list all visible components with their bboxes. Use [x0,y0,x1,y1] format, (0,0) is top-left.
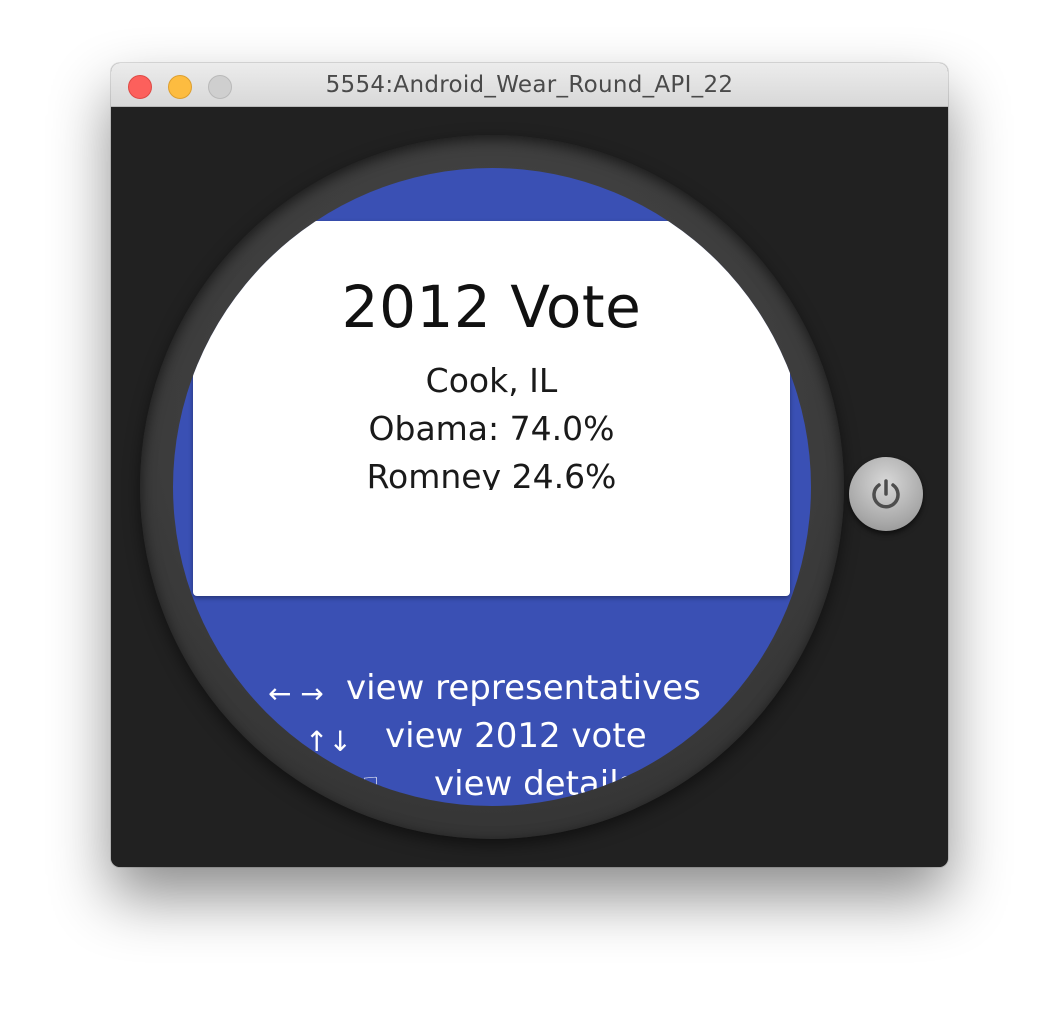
emulator-content: 2012 Vote Cook, IL Obama: 74.0% Romney 2… [111,107,948,867]
county-label: Cook, IL [425,361,558,400]
hint-view-representatives: view representatives [346,668,701,708]
power-icon [872,479,900,509]
title-bar[interactable]: 5554:Android_Wear_Round_API_22 [111,63,948,107]
window-title: 5554:Android_Wear_Round_API_22 [325,72,734,98]
hint-view-2012-vote: view 2012 vote [385,716,647,756]
card-title: 2012 Vote [341,273,642,341]
hint-view-details: view details [434,764,637,804]
desktop: 5554:Android_Wear_Round_API_22 2012 Vote… [0,0,1060,1028]
power-button[interactable] [849,457,923,531]
vote-card[interactable]: 2012 Vote Cook, IL Obama: 74.0% Romney 2… [193,221,790,596]
pointing-hand-icon: ☟ [362,771,380,804]
left-right-arrows-icon: ← → [268,677,324,710]
romney-result: Romney 24.6% [366,457,617,490]
watch-screen[interactable]: 2012 Vote Cook, IL Obama: 74.0% Romney 2… [173,168,811,806]
obama-result: Obama: 74.0% [368,409,615,448]
emulator-window: 5554:Android_Wear_Round_API_22 2012 Vote… [111,63,948,867]
up-down-arrows-icon: ↑↓ [305,725,352,758]
